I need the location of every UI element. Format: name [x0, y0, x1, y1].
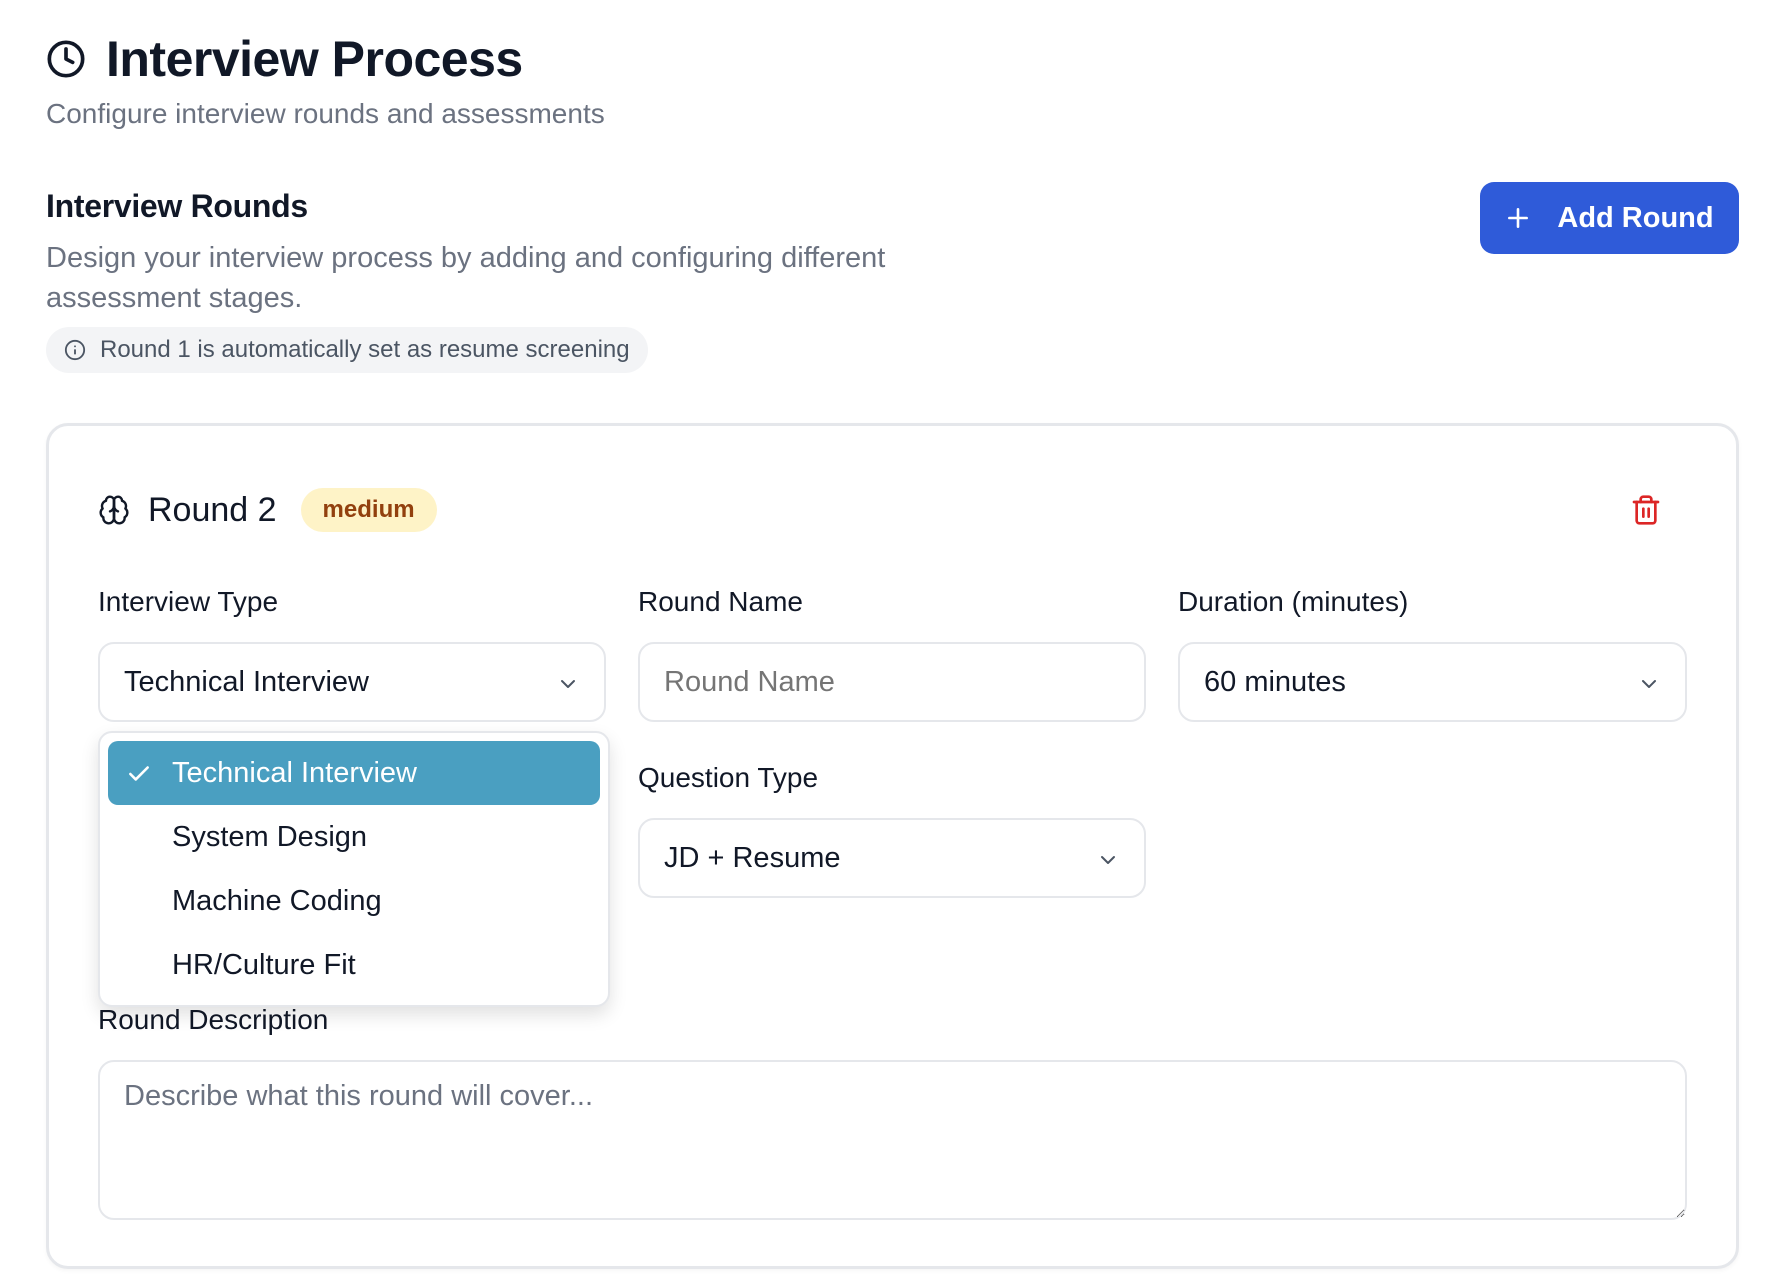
chevron-down-icon — [1642, 680, 1656, 688]
section-title: Interview Rounds — [46, 188, 308, 224]
dropdown-option-hr-culture-fit[interactable]: HR/Culture Fit — [108, 933, 600, 997]
page-subtitle: Configure interview rounds and assessmen… — [46, 98, 605, 129]
dropdown-option-system-design[interactable]: System Design — [108, 805, 600, 869]
duration-label: Duration (minutes) — [1178, 586, 1409, 617]
question-type-value: JD + Resume — [664, 841, 841, 874]
dropdown-option-machine-coding[interactable]: Machine Coding — [108, 869, 600, 933]
dropdown-option-label: Machine Coding — [172, 884, 382, 917]
round-title: Round 2 — [148, 490, 277, 529]
round-name-input[interactable] — [638, 642, 1146, 722]
dropdown-option-label: HR/Culture Fit — [172, 948, 356, 981]
round-header: Round 2 medium — [98, 488, 437, 532]
trash-icon[interactable] — [1630, 493, 1662, 527]
dropdown-option-technical-interview[interactable]: Technical Interview — [108, 741, 600, 805]
info-note-text: Round 1 is automatically set as resume s… — [100, 336, 630, 363]
dropdown-option-label: System Design — [172, 820, 368, 853]
interview-type-dropdown: Technical Interview System Design Machin… — [98, 731, 610, 1007]
difficulty-badge: medium — [300, 488, 437, 532]
check-icon — [129, 766, 149, 781]
interview-type-select[interactable]: Technical Interview — [98, 642, 606, 722]
round-name-label: Round Name — [638, 586, 803, 617]
clock-icon — [47, 40, 85, 78]
add-round-label: Add Round — [1557, 201, 1714, 234]
info-note: Round 1 is automatically set as resume s… — [46, 327, 648, 373]
interview-type-label: Interview Type — [98, 586, 279, 617]
duration-value: 60 minutes — [1204, 665, 1346, 698]
chevron-down-icon — [1101, 856, 1115, 864]
interview-type-value: Technical Interview — [124, 665, 369, 698]
round-description-label: Round Description — [98, 1004, 329, 1035]
question-type-select[interactable]: JD + Resume — [638, 818, 1146, 898]
dropdown-option-label: Technical Interview — [172, 756, 417, 789]
interview-process-page: Interview Process Configure interview ro… — [0, 0, 1790, 1286]
page-header: Interview Process — [46, 30, 523, 88]
plus-icon — [1508, 208, 1529, 228]
duration-select[interactable]: 60 minutes — [1178, 642, 1687, 722]
chevron-down-icon — [561, 680, 575, 688]
page-title: Interview Process — [106, 31, 523, 87]
section-description: Design your interview process by adding … — [46, 242, 886, 314]
question-type-label: Question Type — [638, 762, 819, 793]
round-description-textarea[interactable] — [98, 1060, 1687, 1220]
add-round-button[interactable]: Add Round — [1480, 182, 1739, 254]
brain-icon — [99, 495, 129, 525]
info-icon — [64, 339, 86, 361]
